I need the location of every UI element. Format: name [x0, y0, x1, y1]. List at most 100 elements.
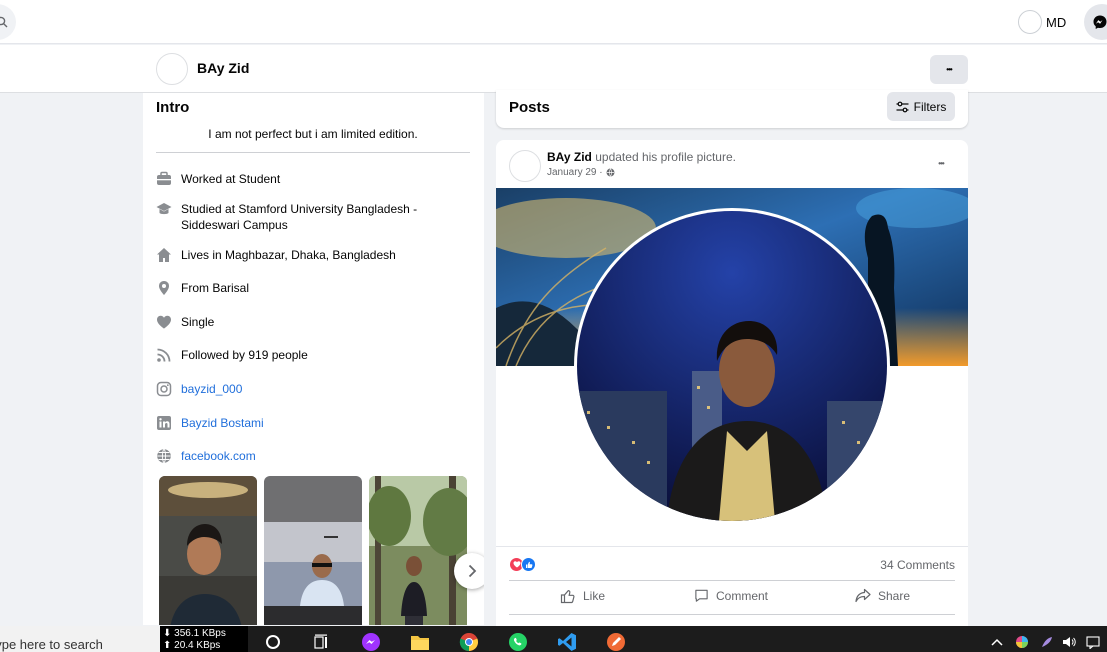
cortana-icon [266, 635, 280, 649]
profile-shortcut[interactable]: MD [1018, 8, 1066, 36]
divider [496, 546, 968, 547]
detail-lives: Lives in Maghbazar, Dhaka, Bangladesh [156, 247, 431, 263]
post-author-avatar[interactable] [509, 150, 541, 182]
instagram-link[interactable]: bayzid_000 [181, 381, 431, 397]
taskbar-file-explorer[interactable] [410, 632, 430, 652]
rss-icon [157, 348, 171, 362]
detail-relationship: Single [156, 314, 431, 330]
profile-shortcut-name: MD [1046, 14, 1067, 30]
taskbar-vscode[interactable] [557, 632, 577, 652]
divider [156, 152, 470, 153]
cortana-button[interactable] [263, 632, 283, 652]
upload-speed: ⬆ 20.4 KBps [163, 640, 221, 651]
tray-notifications[interactable] [1086, 635, 1100, 649]
color-wheel-icon [1016, 636, 1028, 648]
profile-avatar[interactable] [156, 53, 188, 85]
task-view-icon [314, 634, 327, 649]
detail-work: Worked at Student [156, 171, 431, 187]
messenger-icon [362, 633, 380, 651]
detail-followers: Followed by 919 people [156, 347, 431, 363]
more-dots-icon: ••• [938, 158, 944, 168]
tray-pen[interactable] [1040, 635, 1054, 649]
profile-more-button[interactable]: ••• [930, 55, 968, 84]
detail-linkedin: Bayzid Bostami [156, 415, 431, 431]
download-speed: ⬇ 356.1 KBps [163, 628, 226, 639]
pen-app-icon [607, 633, 625, 651]
post-action-text: updated his profile picture. [595, 150, 736, 164]
top-navigation-bar: MD [0, 0, 1107, 44]
like-reaction-icon [521, 557, 536, 572]
whatsapp-icon [509, 633, 527, 651]
search-button[interactable] [0, 4, 16, 40]
task-view-button[interactable] [311, 632, 331, 652]
detail-text: Single [181, 315, 215, 329]
bio-text: I am not perfect but i am limited editio… [208, 127, 418, 141]
divider [509, 580, 955, 581]
posts-header: Posts Filters [496, 90, 968, 128]
volume-icon [1063, 637, 1076, 647]
intro-title: Intro [156, 99, 190, 116]
post-date[interactable]: January 29 · [547, 167, 603, 178]
taskbar-search-box[interactable]: Type here to search [0, 626, 160, 652]
featured-photo-image [369, 476, 467, 625]
post-card: BAy Zid updated his profile picture. Jan… [496, 140, 968, 632]
vscode-icon [558, 633, 576, 651]
chevron-up-icon [991, 638, 1003, 646]
messenger-button[interactable] [1084, 4, 1107, 40]
linkedin-link[interactable]: Bayzid Bostami [181, 415, 431, 431]
posts-title: Posts [509, 99, 550, 116]
website-link[interactable]: facebook.com [181, 448, 431, 464]
taskbar-chrome[interactable] [459, 632, 479, 652]
folder-icon [411, 636, 429, 650]
featured-photo[interactable] [369, 476, 467, 625]
post-author-name[interactable]: BAy Zid [547, 150, 592, 164]
detail-text: From Barisal [181, 281, 250, 295]
like-label: Like [583, 589, 606, 603]
profile-name[interactable]: BAy Zid [197, 60, 249, 76]
detail-text: Worked at Student [181, 172, 281, 186]
search-icon [0, 16, 8, 28]
taskbar-app[interactable] [606, 632, 626, 652]
share-label: Share [878, 588, 911, 603]
profile-picture[interactable] [577, 211, 887, 521]
chevron-right-icon [468, 564, 477, 578]
avatar [1018, 10, 1042, 34]
messenger-icon [1093, 15, 1107, 29]
home-icon [157, 248, 171, 262]
instagram-icon [156, 381, 172, 397]
featured-photo[interactable] [264, 476, 362, 625]
tray-color-app[interactable] [1015, 635, 1029, 649]
windows-taskbar: Type here to search ⬇ 356.1 KBps ⬆ 20.4 … [0, 626, 1107, 652]
globe-icon [606, 168, 615, 177]
detail-text: Studied at Stamford University Banglades… [181, 202, 418, 232]
post-more-button[interactable]: ••• [930, 154, 952, 172]
location-pin-icon [159, 281, 169, 295]
comment-label: Comment [716, 588, 769, 603]
notification-icon [1086, 636, 1100, 649]
detail-website: facebook.com [156, 448, 431, 464]
comments-count[interactable]: 34 Comments [880, 558, 955, 572]
tray-chevron[interactable] [990, 635, 1004, 649]
detail-from: From Barisal [156, 280, 431, 296]
heart-icon [157, 315, 171, 329]
detail-text: Followed by 919 people [181, 348, 308, 362]
profile-header-bar: BAy Zid ••• [0, 45, 1107, 93]
photos-next-button[interactable] [454, 553, 484, 589]
filters-button[interactable]: Filters [887, 92, 955, 121]
comment-icon [695, 589, 708, 602]
detail-education: Studied at Stamford University Banglades… [156, 201, 431, 233]
taskbar-search-text: Type here to search [0, 637, 103, 652]
share-icon [855, 588, 871, 603]
comment-button[interactable]: Comment [694, 588, 768, 603]
reaction-summary[interactable] [509, 557, 536, 572]
graduation-cap-icon [156, 203, 172, 215]
share-button[interactable]: Share [855, 588, 910, 603]
tray-volume[interactable] [1062, 635, 1076, 649]
like-button[interactable]: Like [560, 588, 605, 604]
taskbar-whatsapp[interactable] [508, 632, 528, 652]
thumbs-up-icon [560, 589, 575, 604]
taskbar-messenger[interactable] [361, 632, 381, 652]
post-headline: BAy Zid updated his profile picture. [547, 150, 736, 164]
featured-photo[interactable] [159, 476, 257, 625]
detail-instagram: bayzid_000 [156, 381, 431, 397]
